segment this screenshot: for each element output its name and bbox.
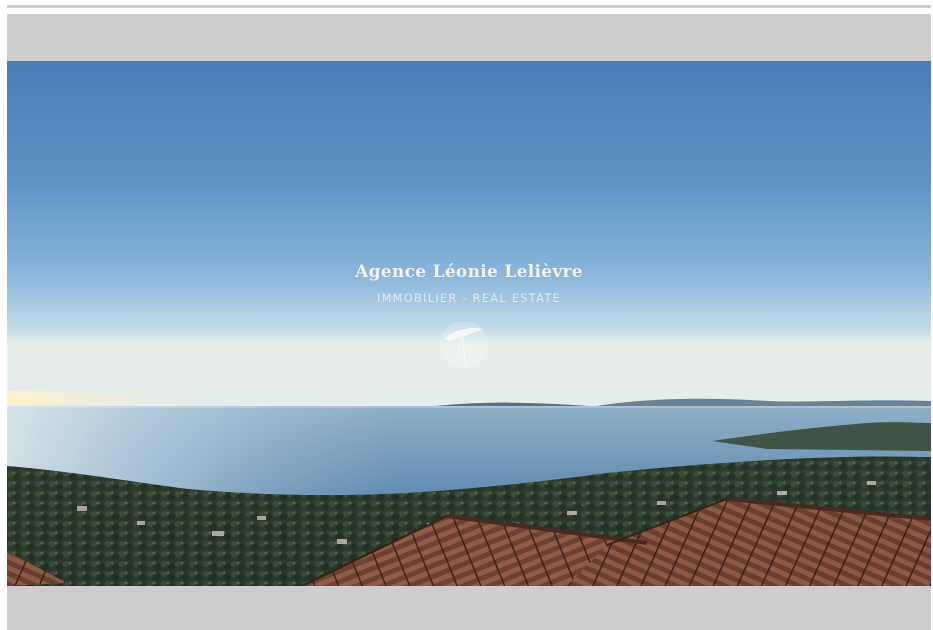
top-gray-band <box>7 14 931 61</box>
agency-logo: Agence Léonie Lelièvre IMMOBILIER - REAL… <box>7 261 931 305</box>
top-divider <box>7 5 931 8</box>
page-frame: Agence Léonie Lelièvre IMMOBILIER - REAL… <box>0 0 933 630</box>
agency-tagline: IMMOBILIER - REAL ESTATE <box>376 291 562 305</box>
bottom-gray-band <box>7 586 931 630</box>
umbrella-pine-tree-icon <box>438 319 490 371</box>
agency-name: Agence Léonie Lelièvre <box>355 262 583 282</box>
hero-photo: Agence Léonie Lelièvre IMMOBILIER - REAL… <box>7 61 931 586</box>
